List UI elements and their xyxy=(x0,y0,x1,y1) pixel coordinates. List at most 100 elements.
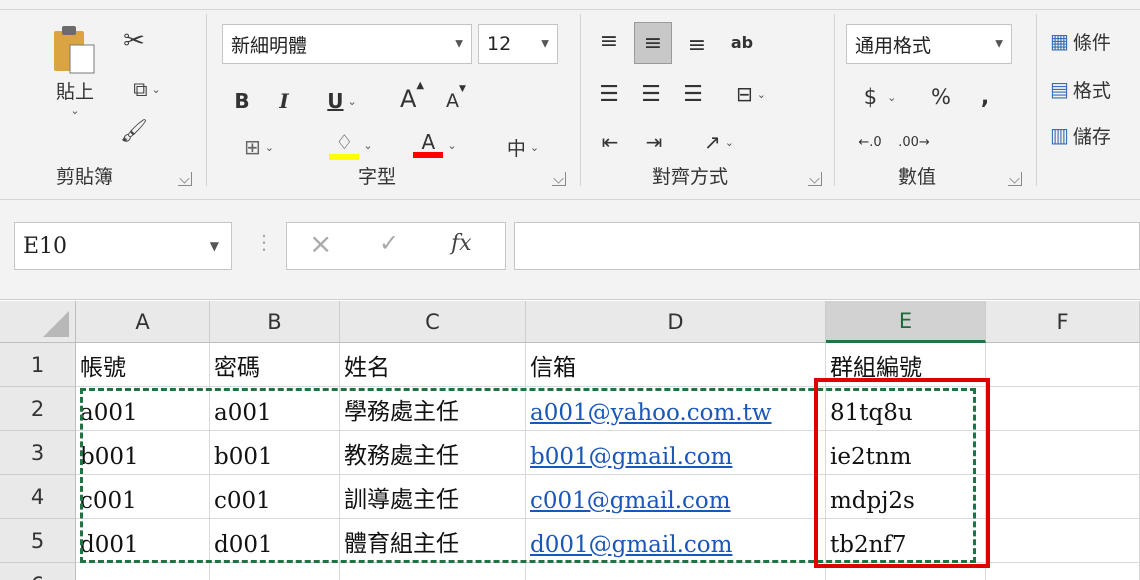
currency-button[interactable]: $ ⌄ xyxy=(852,80,908,114)
formula-input[interactable] xyxy=(514,222,1140,270)
column-header-f[interactable]: F xyxy=(986,301,1140,343)
cancel-icon[interactable]: × xyxy=(309,227,332,260)
borders-button[interactable]: ⊞ ⌄ xyxy=(226,130,292,164)
paste-button[interactable]: 貼上 ⌄ xyxy=(42,22,108,118)
cell-c4[interactable]: 訓導處主任 xyxy=(340,475,526,519)
align-right-button[interactable]: ☰ xyxy=(676,76,710,112)
comma-button[interactable]: , xyxy=(970,80,1000,114)
cell-b3[interactable]: b001 xyxy=(210,431,340,475)
cell-a3[interactable]: b001 xyxy=(76,431,210,475)
cell-d6[interactable] xyxy=(526,563,826,580)
cell-a2[interactable]: a001 xyxy=(76,387,210,431)
align-bottom-button[interactable]: ≡ xyxy=(680,26,714,64)
cell-f1[interactable] xyxy=(986,343,1140,387)
cell-b5[interactable]: d001 xyxy=(210,519,340,563)
cell-e5[interactable]: tb2nf7 xyxy=(826,519,986,563)
column-header-c[interactable]: C xyxy=(340,301,526,343)
row-header-1[interactable]: 1 xyxy=(0,343,76,387)
alignment-launcher-icon[interactable] xyxy=(808,172,822,186)
decrease-decimal-button[interactable]: .00→ xyxy=(896,124,932,160)
align-top-button[interactable]: ≡ xyxy=(592,22,626,60)
cell-f3[interactable] xyxy=(986,431,1140,475)
cell-d5[interactable]: d001@gmail.com xyxy=(526,519,826,563)
number-launcher-icon[interactable] xyxy=(1008,172,1022,186)
phonetic-button[interactable]: 中 ⌄ xyxy=(488,130,558,164)
scissors-icon: ✂ xyxy=(123,26,145,56)
row-header-5[interactable]: 5 xyxy=(0,519,76,563)
cell-f5[interactable] xyxy=(986,519,1140,563)
cell-b6[interactable] xyxy=(210,563,340,580)
orientation-dropdown-icon: ⌄ xyxy=(724,135,734,149)
cell-c3[interactable]: 教務處主任 xyxy=(340,431,526,475)
format-painter-button[interactable]: 🖌 xyxy=(116,114,152,148)
percent-button[interactable]: % xyxy=(924,80,958,114)
cell-d2[interactable]: a001@yahoo.com.tw xyxy=(526,387,826,431)
borders-icon: ⊞ xyxy=(244,135,261,159)
align-middle-button[interactable]: ≡ xyxy=(634,22,672,64)
cell-e2[interactable]: 81tq8u xyxy=(826,387,986,431)
cell-b1[interactable]: 密碼 xyxy=(210,343,340,387)
cell-b2[interactable]: a001 xyxy=(210,387,340,431)
format-as-table-button[interactable]: ▤ 格式 xyxy=(1050,72,1140,106)
cell-b4[interactable]: c001 xyxy=(210,475,340,519)
column-header-b[interactable]: B xyxy=(210,301,340,343)
wrap-text-button[interactable]: ab xyxy=(722,22,762,62)
cut-button[interactable]: ✂ xyxy=(116,24,152,58)
font-size-dropdown[interactable]: 12 ▼ xyxy=(478,24,558,64)
cell-c6[interactable] xyxy=(340,563,526,580)
cell-f4[interactable] xyxy=(986,475,1140,519)
cell-e1[interactable]: 群組編號 xyxy=(826,343,986,387)
column-header-d[interactable]: D xyxy=(526,301,826,343)
enter-icon[interactable]: ✓ xyxy=(379,229,399,257)
font-color-button[interactable]: A ⌄ xyxy=(400,126,470,164)
merge-center-button[interactable]: ⊟ ⌄ xyxy=(718,76,784,112)
paste-dropdown-icon: ⌄ xyxy=(70,104,80,117)
increase-indent-button[interactable]: ⇥ xyxy=(636,124,672,160)
bold-button[interactable]: B xyxy=(226,84,258,118)
cell-c1[interactable]: 姓名 xyxy=(340,343,526,387)
cell-a5[interactable]: d001 xyxy=(76,519,210,563)
cell-e3[interactable]: ie2tnm xyxy=(826,431,986,475)
ribbon: 貼上 ⌄ ✂ ⧉ ⌄ 🖌 剪貼簿 新細明體 ▼ 12 ▼ B I U ⌄ A ▲ A ▼… xyxy=(0,0,1140,200)
cell-e4[interactable]: mdpj2s xyxy=(826,475,986,519)
clipboard-launcher-icon[interactable] xyxy=(178,172,192,186)
decrease-indent-button[interactable]: ⇤ xyxy=(592,124,628,160)
row-header-2[interactable]: 2 xyxy=(0,387,76,431)
cell-c5[interactable]: 體育組主任 xyxy=(340,519,526,563)
name-box[interactable]: E10 ▼ xyxy=(14,222,232,270)
align-left-button[interactable]: ☰ xyxy=(592,76,626,112)
italic-button[interactable]: I xyxy=(268,84,300,118)
font-name-dropdown[interactable]: 新細明體 ▼ xyxy=(222,24,472,64)
font-group-label: 字型 xyxy=(358,166,397,188)
increase-font-button[interactable]: A ▲ xyxy=(392,80,432,118)
fill-color-button[interactable]: ♢ ⌄ xyxy=(316,126,386,164)
increase-decimal-button[interactable]: ←.0 xyxy=(852,124,888,160)
cell-d3[interactable]: b001@gmail.com xyxy=(526,431,826,475)
font-launcher-icon[interactable] xyxy=(552,172,566,186)
cell-e6[interactable] xyxy=(826,563,986,580)
cell-d4[interactable]: c001@gmail.com xyxy=(526,475,826,519)
conditional-formatting-button[interactable]: ▦ 條件 xyxy=(1050,24,1140,58)
row-header-3[interactable]: 3 xyxy=(0,431,76,475)
cell-d1[interactable]: 信箱 xyxy=(526,343,826,387)
cell-styles-button[interactable]: ▥ 儲存 xyxy=(1050,118,1140,152)
row-header-6[interactable]: 6 xyxy=(0,563,76,580)
column-header-a[interactable]: A xyxy=(76,301,210,343)
select-all-button[interactable] xyxy=(0,301,76,343)
decrease-font-button[interactable]: A ▼ xyxy=(438,84,474,118)
column-header-e[interactable]: E xyxy=(826,301,986,343)
cell-c2[interactable]: 學務處主任 xyxy=(340,387,526,431)
cell-a1[interactable]: 帳號 xyxy=(76,343,210,387)
orientation-button[interactable]: ↗ ⌄ xyxy=(686,124,752,160)
underline-button[interactable]: U ⌄ xyxy=(312,84,372,118)
insert-function-icon[interactable]: fx xyxy=(451,231,472,256)
cell-a6[interactable] xyxy=(76,563,210,580)
copy-button[interactable]: ⧉ ⌄ xyxy=(116,72,178,106)
number-format-dropdown[interactable]: 通用格式 ▼ xyxy=(846,24,1012,64)
cell-f2[interactable] xyxy=(986,387,1140,431)
align-center-button[interactable]: ☰ xyxy=(634,76,668,112)
divider xyxy=(206,14,207,186)
cell-f6[interactable] xyxy=(986,563,1140,580)
cell-a4[interactable]: c001 xyxy=(76,475,210,519)
row-header-4[interactable]: 4 xyxy=(0,475,76,519)
